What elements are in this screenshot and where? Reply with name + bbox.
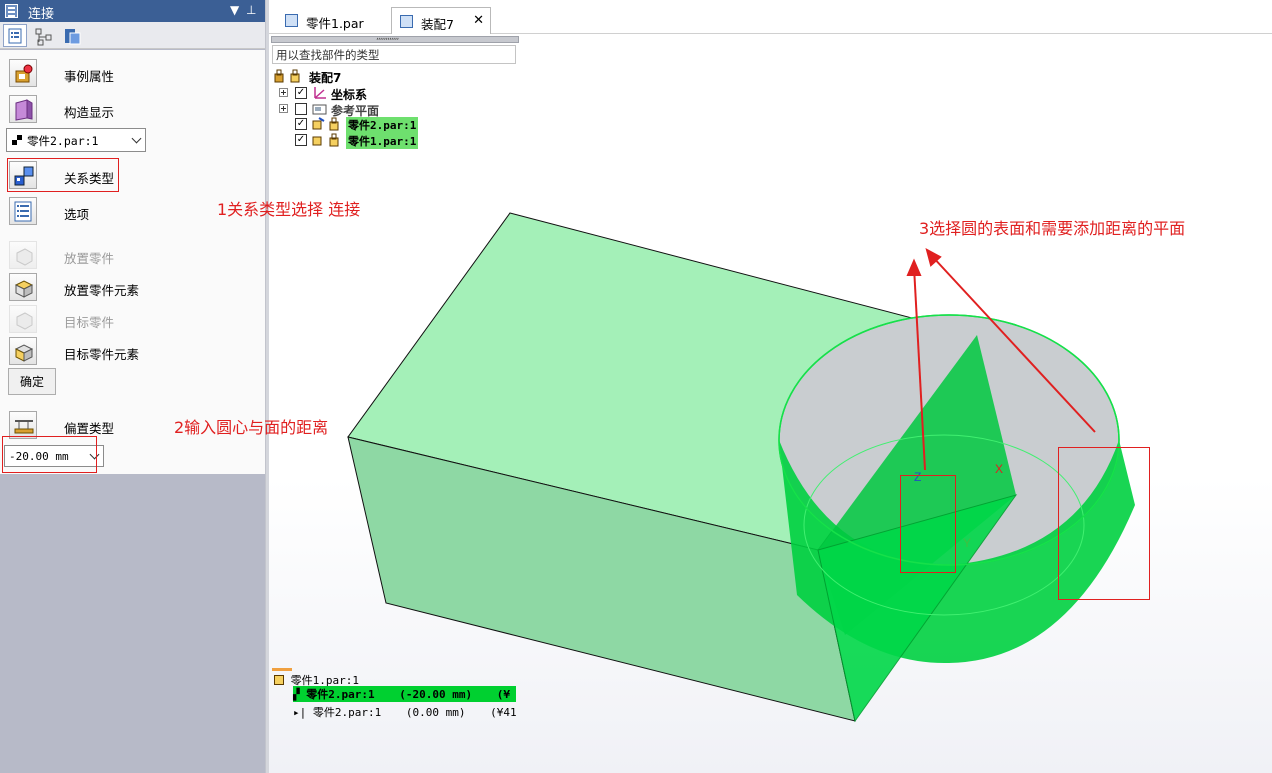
annotation-step1: 1关系类型选择 连接 (217, 200, 361, 219)
model-canvas[interactable]: Z X Y (269, 35, 1272, 773)
occurrence-properties-label: 事例属性 (64, 69, 115, 84)
tab-properties-button[interactable] (3, 24, 27, 47)
target-part-icon (9, 305, 37, 333)
target-part-element-label: 目标零件元素 (64, 347, 140, 362)
relations-indicator (272, 668, 292, 671)
panel-body: 事例属性 构造显示 零件2.par:1 关系类型 选项 放置零件 放置零件元素 … (0, 50, 265, 474)
target-part-element-icon (9, 337, 37, 365)
tab-part1[interactable]: 零件1.par (277, 7, 377, 34)
target-part-element-button[interactable]: 目标零件元素 (6, 336, 256, 366)
connect-relation-icon: ▞ (293, 688, 300, 701)
annotation-box-relationship-type (7, 158, 119, 192)
tab-part1-label: 零件1.par (306, 16, 364, 31)
construction-display-icon (9, 95, 37, 123)
tree-structure-icon (35, 28, 52, 46)
relation-part-label: 零件2.par:1 (306, 688, 375, 701)
layers-icon (65, 29, 81, 45)
relation-value: (0.00 mm) (405, 706, 466, 719)
document-tab-bar: 零件1.par 装配7 ✕ (269, 0, 1272, 34)
construction-display-label: 构造显示 (64, 105, 115, 120)
tab-assembly7-label: 装配7 (421, 17, 454, 32)
panel-title-bar: 连接 ▼ ⊥ (0, 0, 265, 22)
tab-layers-button[interactable] (60, 24, 84, 47)
occurrence-properties-button[interactable]: 事例属性 (6, 58, 256, 88)
mate-relation-icon: ▸| (293, 706, 307, 719)
relation-part-label: 零件2.par:1 (312, 706, 382, 719)
panel-title: 连接 (28, 7, 55, 22)
target-part-button[interactable]: 目标零件 (6, 304, 256, 334)
target-part-label: 目标零件 (64, 315, 115, 330)
pin-icon[interactable]: ⊥ (246, 3, 256, 17)
construction-display-button[interactable]: 构造显示 (6, 94, 256, 124)
axis-y-label: Y (963, 536, 971, 550)
options-list-icon (9, 197, 37, 225)
close-icon[interactable]: ✕ (473, 13, 484, 28)
axis-x-label: X (995, 462, 1003, 476)
options-label: 选项 (64, 207, 90, 222)
place-part-label: 放置零件 (64, 251, 115, 266)
annotation-box-cylinder (900, 475, 956, 573)
annotation-step3: 3选择圆的表面和需要添加距离的平面 (919, 219, 1186, 238)
part-select[interactable]: 零件2.par:1 (6, 128, 146, 152)
occurrence-properties-icon (9, 59, 37, 87)
annotation-step2: 2输入圆心与面的距离 (174, 418, 329, 437)
connect-relation-icon (12, 135, 22, 145)
offset-type-label: 偏置类型 (64, 421, 115, 436)
relation-row[interactable]: ▞ 零件2.par:1 (-20.00 mm) (¥ (293, 686, 516, 702)
offset-type-icon (9, 411, 37, 439)
annotation-box-plane (1058, 447, 1150, 600)
part-document-icon (285, 14, 298, 27)
place-part-element-label: 放置零件元素 (64, 283, 140, 298)
assembly-document-icon (400, 15, 413, 28)
place-part-icon (9, 241, 37, 269)
properties-icon (8, 28, 22, 44)
annotation-box-offset-value (2, 436, 97, 473)
panel-list-icon (5, 4, 18, 18)
property-panel: 连接 ▼ ⊥ 事例属性 构造显示 零件2.par:1 关系类型 选项 放置零件 … (0, 0, 265, 773)
relation-row[interactable]: ▸| 零件2.par:1 (0.00 mm) (¥41 (293, 704, 517, 720)
place-part-element-button[interactable]: 放置零件元素 (6, 272, 256, 302)
tab-assembly7[interactable]: 装配7 ✕ (391, 7, 491, 34)
part-icon (274, 675, 284, 685)
part-select-value: 零件2.par:1 (27, 134, 99, 148)
panel-menu-icon[interactable]: ▼ (230, 3, 239, 17)
ok-button[interactable]: 确定 (8, 368, 56, 395)
panel-toolbar (0, 22, 265, 49)
place-part-element-icon (9, 273, 37, 301)
relation-tail: (¥ (496, 688, 510, 701)
chevron-down-icon (131, 133, 142, 144)
graphics-viewport[interactable]: ,,,,,,,,,,,, 装配7 ✓ 坐标系 参考平面 ✓ 零件2.par:1 … (174, 32, 1272, 773)
tab-structure-button[interactable] (31, 24, 55, 47)
relation-tail: (¥41 (490, 706, 517, 719)
place-part-button[interactable]: 放置零件 (6, 240, 256, 270)
relation-value: (-20.00 mm) (399, 688, 473, 701)
